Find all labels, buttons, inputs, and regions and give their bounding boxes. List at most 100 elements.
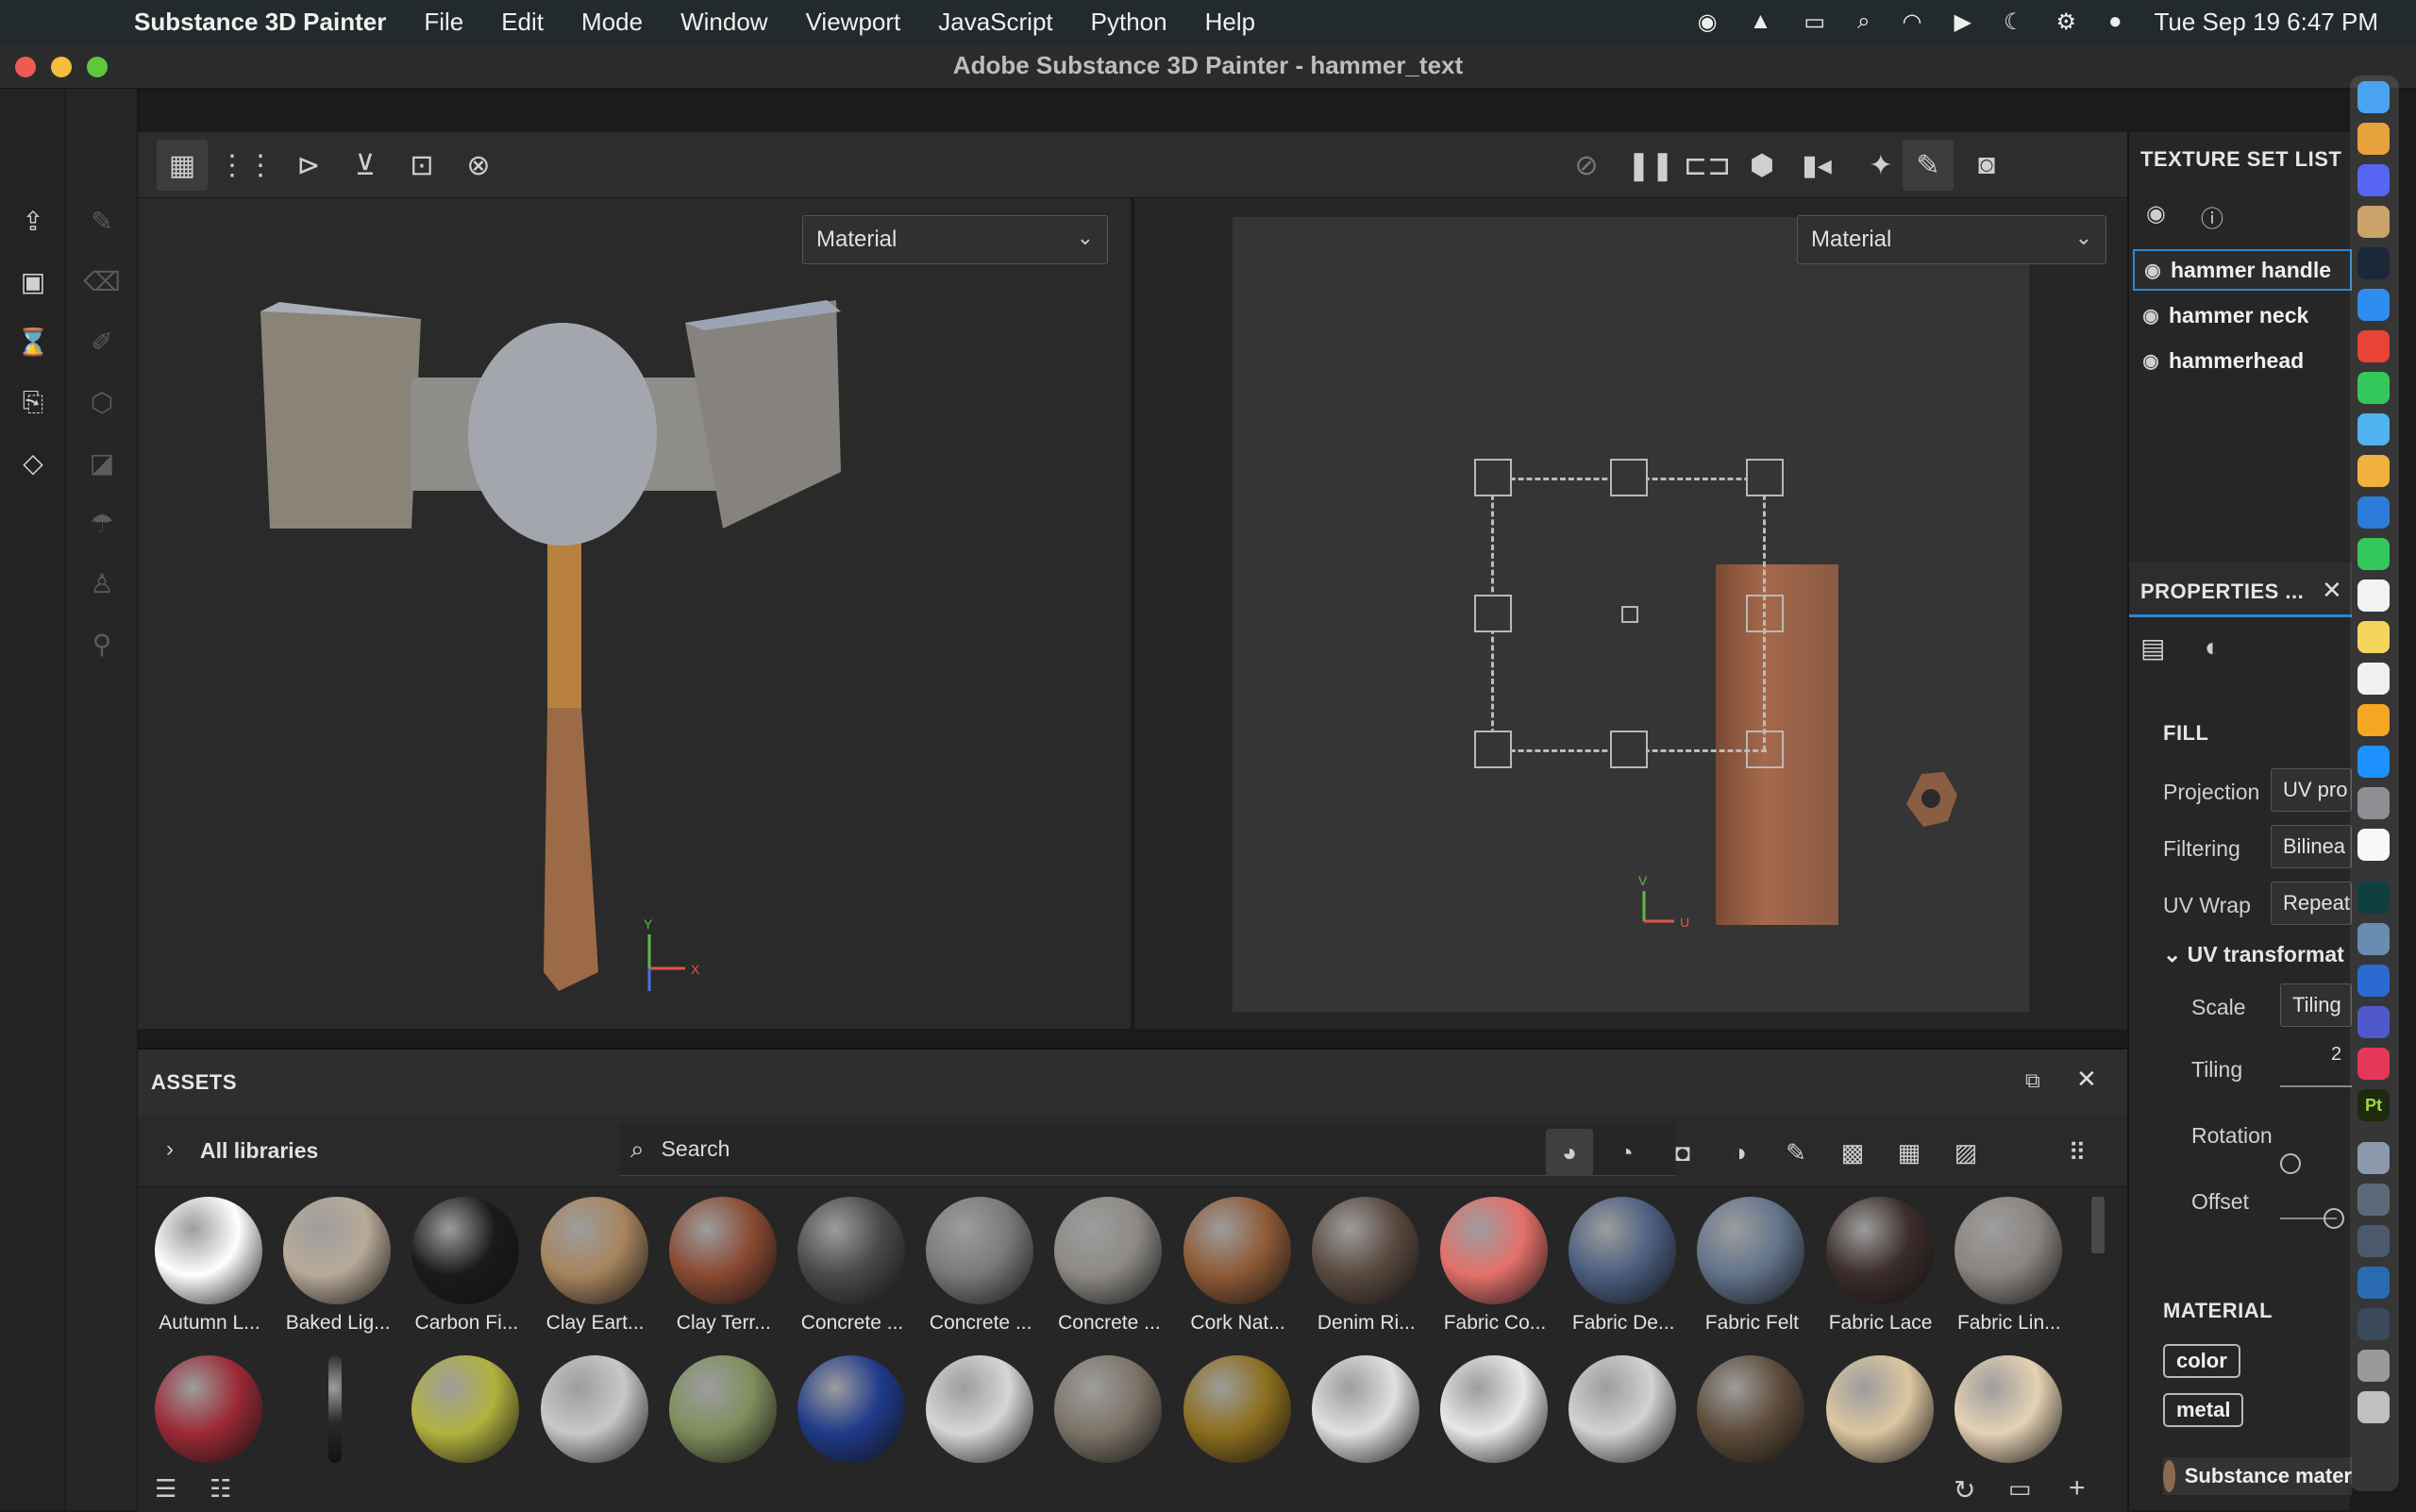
filtering-dropdown[interactable]: Bilinea <box>2271 825 2352 868</box>
finder-icon[interactable] <box>2357 81 2390 113</box>
offset-slider-knob[interactable] <box>2324 1208 2344 1229</box>
material-tab-icon[interactable]: ◐ <box>2205 632 2221 663</box>
gizmo-handle-middle-right[interactable] <box>1746 595 1784 632</box>
eye-icon[interactable]: ◉ <box>2133 304 2169 328</box>
scale-dropdown[interactable]: Tiling <box>2280 983 2352 1027</box>
control-center-icon[interactable]: ⚙ <box>2055 8 2076 36</box>
steam-icon[interactable] <box>2357 247 2390 279</box>
projection-dropdown[interactable]: UV pro <box>2271 768 2352 812</box>
mail-icon[interactable] <box>2357 496 2390 529</box>
asset-material[interactable]: Denim Ri... <box>1302 1197 1431 1338</box>
asset-material[interactable]: Fabric De... <box>1559 1197 1687 1338</box>
screenshot-icon[interactable]: ◙ <box>1961 140 2012 191</box>
learn-icon[interactable]: ▣ <box>14 262 52 300</box>
messages-icon[interactable] <box>2357 372 2390 404</box>
library-selector[interactable]: All libraries <box>200 1138 318 1164</box>
eye-icon[interactable]: ◉ <box>2135 259 2171 282</box>
folder-icon[interactable] <box>2357 1350 2390 1382</box>
asset-material[interactable] <box>1687 1355 1816 1474</box>
camera-icon[interactable]: ▮◂ <box>1791 140 1842 191</box>
freeform-icon[interactable] <box>2357 663 2390 695</box>
asset-material[interactable] <box>1431 1355 1559 1474</box>
grid-layout-icon[interactable]: ⋮⋮ <box>218 140 275 191</box>
system-settings-icon[interactable] <box>2357 787 2390 819</box>
menubar-datetime[interactable]: Tue Sep 19 6:47 PM <box>2154 8 2378 37</box>
play-icon[interactable]: ▶ <box>1954 8 1971 36</box>
close-icon[interactable]: ✕ <box>2076 1065 2097 1094</box>
mirror-y-icon[interactable]: ⊻ <box>340 140 391 191</box>
assets-scrollbar[interactable] <box>2091 1197 2105 1253</box>
menu-edit[interactable]: Edit <box>501 8 544 37</box>
display-3d-icon[interactable]: ⬢ <box>1736 140 1787 191</box>
spotlight-search-icon[interactable]: ⌕ <box>1857 8 1870 35</box>
asset-material[interactable] <box>1945 1355 2073 1474</box>
creative-cloud-icon[interactable] <box>2357 1048 2390 1080</box>
texture-set-item[interactable]: ◉ hammer neck <box>2133 294 2352 336</box>
selection-transform-icon[interactable]: ▦ <box>157 140 208 191</box>
asset-material[interactable] <box>1302 1355 1431 1474</box>
launchpad-icon[interactable] <box>2357 123 2390 155</box>
trash-icon[interactable] <box>2357 1391 2390 1423</box>
discord-icon[interactable] <box>2357 164 2390 196</box>
asset-material[interactable] <box>1045 1355 1173 1474</box>
reminders-icon[interactable] <box>2357 580 2390 612</box>
solo-icon[interactable]: ⓘ <box>2201 200 2223 233</box>
asset-material[interactable]: Concrete ... <box>916 1197 1045 1338</box>
new-folder-icon[interactable]: ▭ <box>2008 1474 2032 1504</box>
menu-help[interactable]: Help <box>1205 8 1255 37</box>
asset-material[interactable]: Clay Terr... <box>660 1197 788 1338</box>
substance-designer-icon[interactable] <box>2357 882 2390 914</box>
gizmo-handle-top-left[interactable] <box>1474 459 1512 496</box>
menu-app-name[interactable]: Substance 3D Painter <box>134 8 386 37</box>
texture-set-item[interactable]: ◉ hammer handle <box>2133 249 2352 291</box>
assets-search[interactable]: ⌕ Search <box>619 1123 1676 1176</box>
safari-icon[interactable] <box>2357 289 2390 321</box>
gizmo-handle-bottom-center[interactable] <box>1610 731 1648 768</box>
menu-mode[interactable]: Mode <box>581 8 643 37</box>
mirror-x-icon[interactable]: ⊳ <box>283 140 334 191</box>
zoom-window-button[interactable] <box>87 57 108 77</box>
asset-material[interactable] <box>274 1355 402 1474</box>
menu-javascript[interactable]: JavaScript <box>938 8 1052 37</box>
eraser-icon[interactable]: ⌫ <box>83 262 121 300</box>
asset-material[interactable] <box>916 1355 1045 1474</box>
gizmo-handle-bottom-left[interactable] <box>1474 731 1512 768</box>
downloads-icon[interactable] <box>2357 1267 2390 1299</box>
export-icon[interactable]: ⇪ <box>14 202 52 240</box>
teams-icon[interactable] <box>2357 1006 2390 1038</box>
filter-smart-materials-icon[interactable]: ◔ <box>1602 1129 1650 1176</box>
asset-material[interactable] <box>1174 1355 1302 1474</box>
reset-icon[interactable]: ⊗ <box>453 140 504 191</box>
wifi-icon[interactable]: ◠ <box>1903 8 1922 36</box>
texture-set-item[interactable]: ◉ hammerhead <box>2133 340 2352 381</box>
asset-material[interactable]: Concrete ... <box>1045 1197 1173 1338</box>
uv-wrap-dropdown[interactable]: Repeat <box>2271 882 2352 925</box>
close-window-button[interactable] <box>15 57 36 77</box>
fill-properties-tab-icon[interactable]: ▤ <box>2140 632 2165 664</box>
geometry-fill-icon[interactable]: ⬡ <box>83 383 121 421</box>
hide-icon[interactable]: ⊘ <box>1561 140 1612 191</box>
shelf-icon[interactable]: ⎘ <box>14 383 52 421</box>
asset-material[interactable] <box>660 1355 788 1474</box>
refresh-icon[interactable]: ↻ <box>1954 1474 1975 1505</box>
symmetry-icon[interactable]: ⊏⊐ <box>1682 140 1733 191</box>
preview-icon[interactable] <box>2357 923 2390 955</box>
menu-viewport[interactable]: Viewport <box>806 8 901 37</box>
rotation-slider-knob[interactable] <box>2280 1153 2301 1174</box>
viewport-3d[interactable]: Material ⌄ Y X <box>138 198 1131 1029</box>
app-icon[interactable] <box>2357 206 2390 238</box>
pages-icon[interactable] <box>2357 704 2390 736</box>
paint-mode-icon[interactable]: ✎ <box>1903 140 1954 191</box>
clone-stamp-icon[interactable]: ♙ <box>83 564 121 602</box>
siri-icon[interactable]: ● <box>2108 8 2122 35</box>
word-icon[interactable] <box>2357 965 2390 997</box>
asset-material[interactable]: Fabric Co... <box>1431 1197 1559 1338</box>
maps-icon[interactable] <box>2357 413 2390 445</box>
record-icon[interactable]: ◉ <box>1698 8 1718 36</box>
smudge-icon[interactable]: ☂ <box>83 504 121 542</box>
asset-material[interactable]: Autumn L... <box>145 1197 274 1338</box>
asset-material[interactable]: Baked Lig... <box>274 1197 402 1338</box>
grid-view-icon[interactable]: ⠿ <box>2054 1129 2101 1176</box>
substance-painter-icon[interactable]: Pt <box>2357 1089 2390 1121</box>
gizmo-handle-top-right[interactable] <box>1746 459 1784 496</box>
